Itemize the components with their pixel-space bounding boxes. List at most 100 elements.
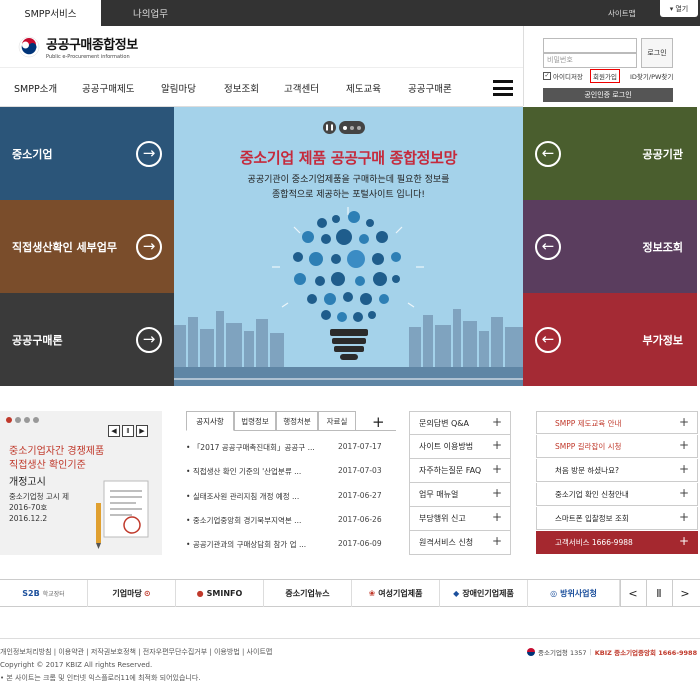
banner-sminfo[interactable]: ● SMINFO	[176, 580, 264, 607]
service-link-sme-confirm[interactable]: 중소기업 확인 신청안내 +	[536, 483, 698, 506]
panel-direct-production[interactable]: 직접생산확인 세부업무 →	[0, 200, 174, 293]
customer-service-phone[interactable]: 고객서비스 1666-9988 +	[536, 531, 698, 554]
notice-title: • 직접생산 확인 기준의 '산업분류 ...	[186, 467, 302, 476]
site-logo[interactable]: 공공구매종합정보 Public e-Procurement informatio…	[18, 34, 138, 60]
tab-my-work[interactable]: 나의업무	[101, 0, 200, 26]
list-item[interactable]: • 중소기업중앙회 경기북부지역본 ... 2017-06-26	[186, 511, 396, 531]
main-nav: SMPP소개 공공구매제도 알림마당 정보조회 고객센터 제도교육 공공구매론	[0, 67, 523, 107]
arrow-right-icon: →	[136, 233, 162, 260]
quick-link-remote[interactable]: 원격서비스 신청 +	[409, 531, 511, 555]
notice-date: 2017-07-03	[338, 466, 382, 475]
banner-bizinfo[interactable]: 기업마당 ⊙	[88, 580, 176, 607]
footer-divider	[0, 638, 700, 639]
banner-pause-button[interactable]: Ⅱ	[646, 580, 671, 607]
search-icon: ⊙	[143, 589, 151, 598]
list-item[interactable]: • 직접생산 확인 기준의 '산업분류 ... 2017-07-03	[186, 462, 396, 482]
tab-notices[interactable]: 공지사항	[186, 411, 234, 431]
hero-description: 공공기관이 중소기업제품을 구매하는데 필요한 정보를 종합적으로 제공하는 포…	[174, 173, 523, 203]
arrow-right-icon: →	[136, 326, 162, 353]
kbiz-contact: KBIZ 중소기업중앙회 1666-9988	[595, 647, 697, 657]
list-item[interactable]: • 공공기관과의 구매상담회 참가 업 ... 2017-06-09	[186, 535, 396, 555]
find-id-pw-link[interactable]: ID찾기/PW찾기	[630, 71, 673, 81]
nav-item-procurement-theory[interactable]: 공공구매론	[408, 68, 452, 108]
debc-logo-icon: ◆	[453, 589, 460, 598]
panel-info-search[interactable]: ← 정보조회	[523, 200, 697, 293]
panel-procurement-theory[interactable]: 공공구매론 →	[0, 293, 174, 386]
menu-icon[interactable]	[493, 80, 513, 96]
notice-title: • 중소기업중앙회 경기북부지역본 ...	[186, 516, 302, 525]
notice-date: 2017-06-26	[338, 515, 382, 524]
arrow-left-icon: ←	[535, 233, 561, 260]
tab-laws[interactable]: 법령정보	[234, 411, 276, 431]
promo-sub-line-1: 중소기업청 고시 제2016-70호	[9, 492, 69, 512]
flower-icon: ❀	[368, 589, 376, 598]
partner-banner-strip: S2B 학교장터 기업마당 ⊙ ● SMINFO 중소기업뉴스 ❀ 여성기업제품 ◆ 장…	[0, 579, 700, 607]
notice-date: 2017-06-09	[338, 539, 382, 548]
banner-next-button[interactable]: >	[672, 580, 697, 607]
tab-archive[interactable]: 자료실	[318, 411, 356, 431]
slide-indicators[interactable]	[339, 121, 365, 134]
banner-s2b[interactable]: S2B 학교장터	[0, 580, 88, 607]
quick-link-usage[interactable]: 사이트 이용방법 +	[409, 435, 511, 459]
plus-icon: +	[678, 462, 689, 476]
certificate-login-button[interactable]: 공인인증 로그인	[543, 88, 673, 102]
panel-public-agency[interactable]: ← 공공기관	[523, 107, 697, 200]
open-button[interactable]: ▾ 열기	[660, 0, 698, 17]
tab-admin-actions[interactable]: 행정처분	[276, 411, 318, 431]
quick-link-faq[interactable]: 자주하는질문 FAQ +	[409, 459, 511, 483]
banner-women-business[interactable]: ❀ 여성기업제품	[352, 580, 440, 607]
list-item[interactable]: • 「2017 공공구매촉진대회」공공구 ... 2017-07-17	[186, 438, 396, 458]
banner-label: SMINFO	[206, 589, 243, 598]
save-id-checkbox[interactable]: ✓ 아이디저장	[543, 71, 583, 81]
password-input[interactable]: 비밀번호	[543, 53, 637, 68]
banner-disabled-business[interactable]: ◆ 장애인기업제품	[440, 580, 528, 607]
hero-banner: ❚❚ 중소기업 제품 공공구매 종합정보망 공공기관이 중소기업제품을 구매하는…	[174, 107, 523, 386]
panel-extra-info[interactable]: ← 부가정보	[523, 293, 697, 386]
logo-subtitle: Public e-Procurement information	[46, 54, 130, 60]
nav-item-procurement-system[interactable]: 공공구매제도	[82, 68, 134, 108]
panel-sme-label: 중소기업	[12, 147, 53, 161]
footer-links[interactable]: 개인정보처리방침 | 이용약관 | 저작권보호정책 | 전자우편무단수집거부 |…	[0, 647, 272, 657]
plus-icon: +	[678, 534, 689, 548]
service-link-education[interactable]: SMPP 제도교육 안내 +	[536, 411, 698, 434]
notice-title-text: 실태조사원 관리지침 개정 예정 ...	[192, 492, 300, 501]
panel-sme[interactable]: 중소기업 →	[0, 107, 174, 200]
quick-link-label: 문의답변 Q&A	[419, 419, 469, 428]
next-icon[interactable]: ▶	[136, 425, 148, 437]
banner-sme-news[interactable]: 중소기업뉴스	[264, 580, 352, 607]
promo-sub-line-2: 2016.12.2	[9, 514, 48, 523]
pause-icon[interactable]: Ⅱ	[122, 425, 134, 437]
list-item[interactable]: • 실태조사원 관리지침 개정 예정 ... 2017-06-27	[186, 487, 396, 507]
nav-item-notices[interactable]: 알림마당	[161, 68, 196, 108]
banner-dapa[interactable]: ◎ 방위사업청	[528, 580, 620, 607]
nav-item-smpp-intro[interactable]: SMPP소개	[14, 68, 57, 108]
arrow-left-icon: ←	[535, 326, 561, 353]
service-link-smartphone-bid[interactable]: 스마트폰 입찰정보 조회 +	[536, 507, 698, 530]
pause-icon[interactable]: ❚❚	[323, 121, 336, 134]
nav-item-customer-center[interactable]: 고객센터	[284, 68, 319, 108]
login-button[interactable]: 로그인	[641, 38, 673, 68]
nav-item-education[interactable]: 제도교육	[346, 68, 381, 108]
promo-title-line-1: 중소기업자간 경쟁제품	[9, 446, 105, 457]
id-input[interactable]	[543, 38, 637, 53]
arrow-right-icon: →	[136, 140, 162, 167]
hero-desc-line-2: 종합적으로 제공하는 포털사이트 입니다!	[272, 190, 425, 200]
banner-prev-button[interactable]: <	[620, 580, 645, 607]
more-notices-button[interactable]: +	[372, 413, 385, 431]
service-link-guide-video[interactable]: SMPP 길라잡이 시청 +	[536, 435, 698, 458]
banner-label: 여성기업제품	[378, 589, 423, 598]
prev-icon[interactable]: ◀	[108, 425, 120, 437]
footer-contacts: 중소기업청 1357 | KBIZ 중소기업중앙회 1666-9988	[527, 647, 697, 657]
sitemap-link[interactable]: 사이트맵	[608, 0, 636, 26]
tab-smpp-service[interactable]: SMPP서비스	[0, 0, 101, 26]
service-link-first-visit[interactable]: 처음 방문 하셨나요? +	[536, 459, 698, 482]
promo-indicators[interactable]	[6, 417, 39, 423]
quick-link-manual[interactable]: 업무 매뉴얼 +	[409, 483, 511, 507]
checkbox-icon: ✓	[543, 72, 551, 80]
quick-link-qna[interactable]: 문의답변 Q&A +	[409, 411, 511, 435]
join-link[interactable]: 회원가입	[590, 69, 620, 83]
hero-slider-controls[interactable]: ❚❚	[323, 120, 375, 135]
emblem-icon: ●	[196, 589, 204, 598]
quick-link-report[interactable]: 부당행위 신고 +	[409, 507, 511, 531]
nav-item-info-search[interactable]: 정보조회	[224, 68, 259, 108]
